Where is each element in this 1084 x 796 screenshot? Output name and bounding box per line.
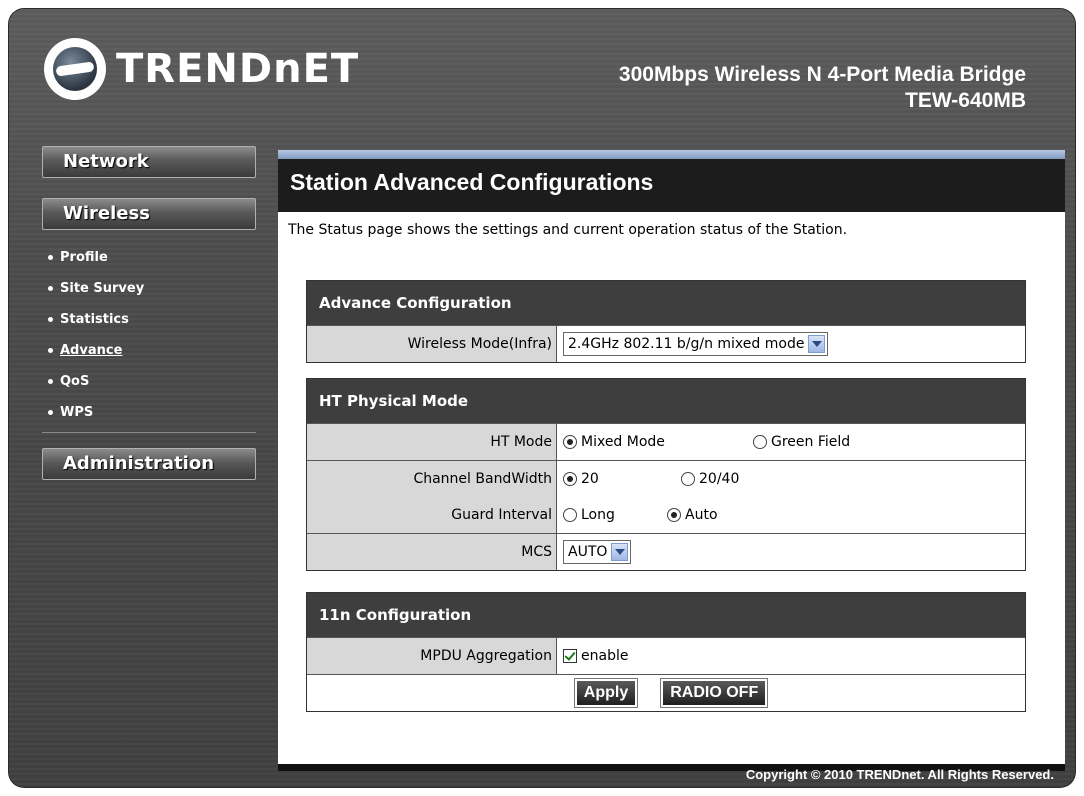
ht-mode-row: HT Mode Mixed Mode Green Field	[307, 423, 1025, 460]
radio-unselected-icon	[681, 472, 695, 486]
page-title: Station Advanced Configurations	[290, 169, 654, 195]
header-title: 300Mbps Wireless N 4-Port Media Bridge T…	[619, 62, 1026, 114]
mcs-row: MCS AUTO	[307, 533, 1025, 570]
radio-label: 20/40	[699, 471, 740, 487]
guard-interval-long-radio[interactable]: Long	[563, 507, 667, 523]
app-frame: TRENDnET 300Mbps Wireless N 4-Port Media…	[8, 8, 1076, 788]
submenu-item-wps[interactable]: WPS	[48, 403, 144, 434]
channel-bandwidth-row: Channel BandWidth 20 20/40	[307, 460, 1025, 497]
submenu-item-site-survey[interactable]: Site Survey	[48, 279, 144, 310]
nav-wireless-button[interactable]: Wireless	[42, 198, 256, 230]
page-description: The Status page shows the settings and c…	[288, 222, 848, 238]
ht-mode-mixed-radio[interactable]: Mixed Mode	[563, 434, 753, 450]
apply-button[interactable]: Apply	[573, 678, 639, 708]
submenu-label: Site Survey	[60, 281, 145, 296]
radio-selected-icon	[563, 435, 577, 449]
radio-label: 20	[581, 471, 599, 487]
main-panel: Station Advanced Configurations The Stat…	[278, 150, 1065, 771]
radio-unselected-icon	[563, 508, 577, 522]
ht-physical-section: HT Physical Mode HT Mode Mixed Mode Gree…	[306, 378, 1026, 571]
trendnet-logo: TRENDnET	[44, 38, 359, 100]
chevron-down-icon	[808, 335, 826, 353]
wireless-submenu: Profile Site Survey Statistics Advance Q…	[48, 248, 144, 434]
submenu-label: Profile	[60, 250, 108, 265]
nav-network-button[interactable]: Network	[42, 146, 256, 178]
mpdu-aggregation-row: MPDU Aggregation enable	[307, 637, 1025, 674]
advance-config-section: Advance Configuration Wireless Mode(Infr…	[306, 280, 1026, 363]
submenu-label: Advance	[60, 343, 123, 358]
wireless-mode-select[interactable]: 2.4GHz 802.11 b/g/n mixed mode	[563, 332, 829, 356]
checkbox-label: enable	[581, 648, 629, 664]
submenu-label: QoS	[60, 374, 90, 389]
submenu-item-profile[interactable]: Profile	[48, 248, 144, 279]
bullet-icon	[48, 410, 53, 415]
ht-mode-greenfield-radio[interactable]: Green Field	[753, 434, 850, 450]
submenu-item-statistics[interactable]: Statistics	[48, 310, 144, 341]
ht-mode-label: HT Mode	[307, 424, 557, 460]
section-heading: HT Physical Mode	[307, 379, 1025, 423]
wireless-mode-value: 2.4GHz 802.11 b/g/n mixed mode	[568, 336, 805, 352]
radio-label: Mixed Mode	[581, 434, 665, 450]
title-bar: Station Advanced Configurations	[278, 159, 1065, 212]
mpdu-enable-checkbox[interactable]	[563, 649, 577, 663]
submenu-item-qos[interactable]: QoS	[48, 372, 144, 403]
submenu-label: WPS	[60, 405, 94, 420]
action-row: Apply RADIO OFF	[307, 674, 1025, 711]
wireless-mode-row: Wireless Mode(Infra) 2.4GHz 802.11 b/g/n…	[307, 325, 1025, 362]
logo-emblem-icon	[44, 38, 106, 100]
bullet-icon	[48, 286, 53, 291]
mpdu-aggregation-label: MPDU Aggregation	[307, 638, 557, 674]
section-heading: 11n Configuration	[307, 593, 1025, 637]
n11-config-section: 11n Configuration MPDU Aggregation enabl…	[306, 592, 1026, 712]
bullet-icon	[48, 348, 53, 353]
title-accent-bar	[278, 150, 1065, 159]
logo-text: TRENDnET	[116, 46, 360, 92]
model-name: TEW-640MB	[905, 89, 1026, 112]
radio-selected-icon	[667, 508, 681, 522]
guard-interval-row: Guard Interval Long Auto	[307, 497, 1025, 533]
bandwidth-20-radio[interactable]: 20	[563, 471, 681, 487]
submenu-item-advance[interactable]: Advance	[48, 341, 144, 372]
wireless-mode-label: Wireless Mode(Infra)	[307, 326, 557, 362]
mcs-select[interactable]: AUTO	[563, 540, 632, 564]
copyright-text: Copyright © 2010 TRENDnet. All Rights Re…	[745, 767, 1054, 782]
sidebar-divider	[42, 432, 256, 433]
submenu-label: Statistics	[60, 312, 129, 327]
mcs-label: MCS	[307, 534, 557, 570]
chevron-down-icon	[611, 543, 629, 561]
bullet-icon	[48, 255, 53, 260]
radio-off-button[interactable]: RADIO OFF	[660, 678, 769, 708]
radio-label: Green Field	[771, 434, 851, 450]
mcs-value: AUTO	[568, 544, 608, 560]
radio-label: Long	[581, 507, 615, 523]
bullet-icon	[48, 379, 53, 384]
nav-administration-button[interactable]: Administration	[42, 448, 256, 480]
section-heading: Advance Configuration	[307, 281, 1025, 325]
radio-unselected-icon	[753, 435, 767, 449]
bandwidth-20-40-radio[interactable]: 20/40	[681, 471, 739, 487]
channel-bandwidth-label: Channel BandWidth	[307, 461, 557, 497]
product-title: 300Mbps Wireless N 4-Port Media Bridge	[618, 63, 1026, 86]
guard-interval-label: Guard Interval	[307, 497, 557, 533]
guard-interval-auto-radio[interactable]: Auto	[667, 507, 718, 523]
radio-selected-icon	[563, 472, 577, 486]
bullet-icon	[48, 317, 53, 322]
radio-label: Auto	[685, 507, 718, 523]
